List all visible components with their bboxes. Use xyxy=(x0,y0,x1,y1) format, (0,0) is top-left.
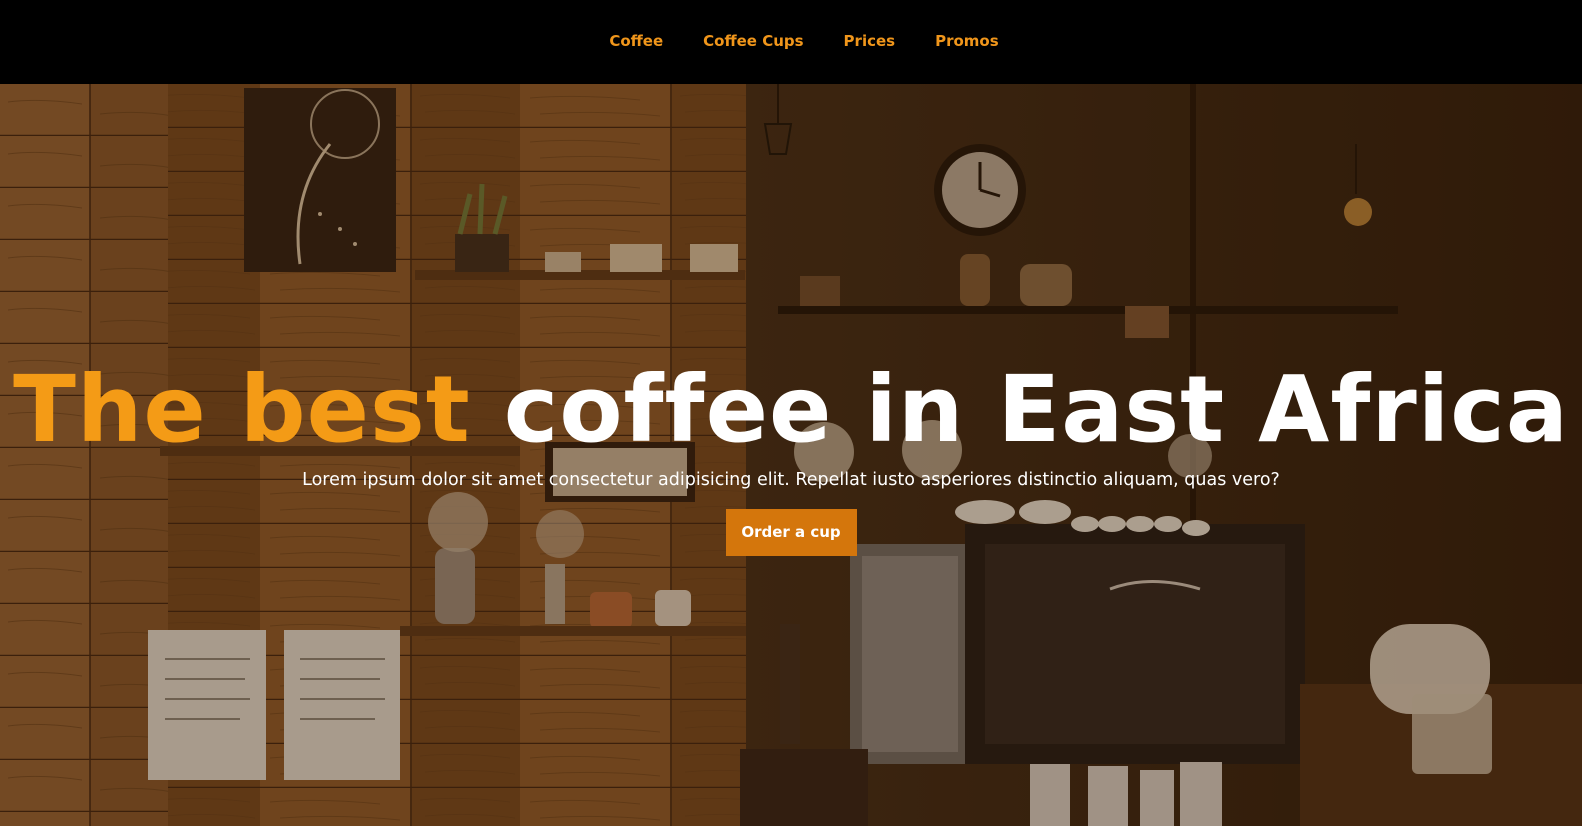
top-navbar: Coffee Coffee Cups Prices Promos xyxy=(0,0,1582,84)
hero-content: The best coffee in East Africa Lorem ips… xyxy=(0,360,1582,556)
main-nav: Coffee Coffee Cups Prices Promos xyxy=(0,30,1582,52)
hero-title-accent: The best xyxy=(13,356,471,463)
nav-link-prices[interactable]: Prices xyxy=(824,30,916,52)
hero-subtitle: Lorem ipsum dolor sit amet consectetur a… xyxy=(302,470,1280,490)
hero-section: The best coffee in East Africa Lorem ips… xyxy=(0,84,1582,826)
landing-page: Coffee Coffee Cups Prices Promos The bes… xyxy=(0,0,1582,826)
nav-link-coffee-cups[interactable]: Coffee Cups xyxy=(683,30,823,52)
hero-title-rest: coffee in East Africa xyxy=(503,356,1569,463)
nav-link-promos[interactable]: Promos xyxy=(915,30,1019,52)
nav-link-coffee[interactable]: Coffee xyxy=(589,30,683,52)
hero-title: The best coffee in East Africa xyxy=(0,360,1582,460)
order-cup-button[interactable]: Order a cup xyxy=(725,509,857,556)
